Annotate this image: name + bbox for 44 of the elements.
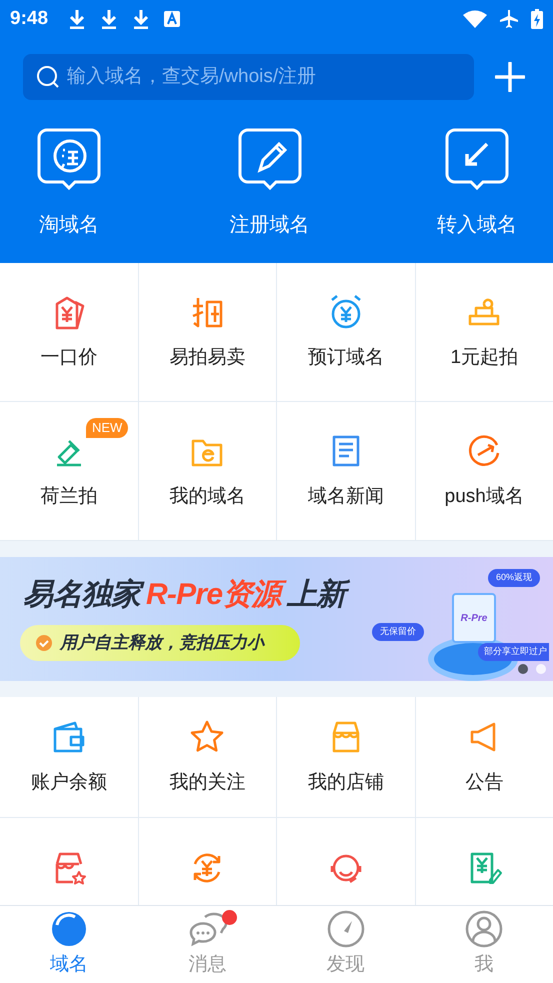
menu-item[interactable]: push域名 bbox=[416, 402, 553, 540]
plus-icon bbox=[495, 62, 525, 92]
pencil-icon bbox=[236, 128, 302, 190]
status-time: 9:48 bbox=[10, 6, 48, 31]
check-icon bbox=[36, 635, 52, 651]
battery-icon bbox=[531, 9, 543, 29]
menu-item[interactable]: 我的域名 bbox=[138, 402, 276, 540]
banner-tag: 60%返现 bbox=[488, 569, 540, 586]
search-icon bbox=[35, 64, 61, 90]
menu-item[interactable]: 一口价 bbox=[0, 263, 138, 401]
bubble-icon bbox=[36, 128, 102, 190]
banner-tag: 无保留价 bbox=[372, 623, 424, 640]
menu-item[interactable]: 我的关注 bbox=[138, 697, 276, 817]
quick-action[interactable]: 转入域名 bbox=[437, 128, 517, 240]
menu-item[interactable] bbox=[138, 818, 276, 905]
download-icon bbox=[132, 9, 150, 29]
search-field[interactable]: 输入域名，查交易/whois/注册 bbox=[23, 54, 474, 100]
menu-item[interactable]: 账户余额 bbox=[0, 697, 138, 817]
new-badge: NEW bbox=[86, 418, 128, 438]
menu-item[interactable]: 我的店铺 bbox=[277, 697, 414, 817]
menu-item[interactable] bbox=[416, 818, 553, 905]
download-icon bbox=[68, 9, 86, 29]
menu-item[interactable]: NEW 荷兰拍 bbox=[0, 402, 138, 540]
download-icon bbox=[100, 9, 118, 29]
menu-item[interactable]: 易拍易卖 bbox=[138, 263, 276, 401]
menu-item[interactable] bbox=[0, 818, 138, 905]
document-card: R-Pre bbox=[452, 593, 496, 643]
wifi-icon bbox=[463, 10, 487, 28]
menu-item[interactable]: 公告 bbox=[416, 697, 553, 817]
banner-tag: 部分享立即过户 bbox=[478, 643, 549, 660]
banner-title: 易名独家 bbox=[20, 575, 143, 615]
tab[interactable]: 域名 bbox=[0, 906, 138, 983]
menu-item[interactable]: 域名新闻 bbox=[277, 402, 414, 540]
compass-icon bbox=[326, 909, 366, 950]
menu-item[interactable]: 1元起拍 bbox=[416, 263, 553, 401]
user-icon bbox=[464, 909, 504, 950]
menu-item[interactable] bbox=[277, 818, 414, 905]
arrow-icon bbox=[444, 128, 510, 190]
menu-item[interactable]: 预订域名 bbox=[277, 263, 414, 401]
banner-subtitle: 用户自主释放，竞拍压力小 bbox=[60, 632, 264, 654]
quick-action[interactable]: 注册域名 bbox=[230, 128, 310, 240]
font-app-icon bbox=[164, 11, 180, 27]
airplane-icon bbox=[499, 9, 519, 29]
quick-action[interactable]: 淘域名 bbox=[36, 128, 102, 240]
